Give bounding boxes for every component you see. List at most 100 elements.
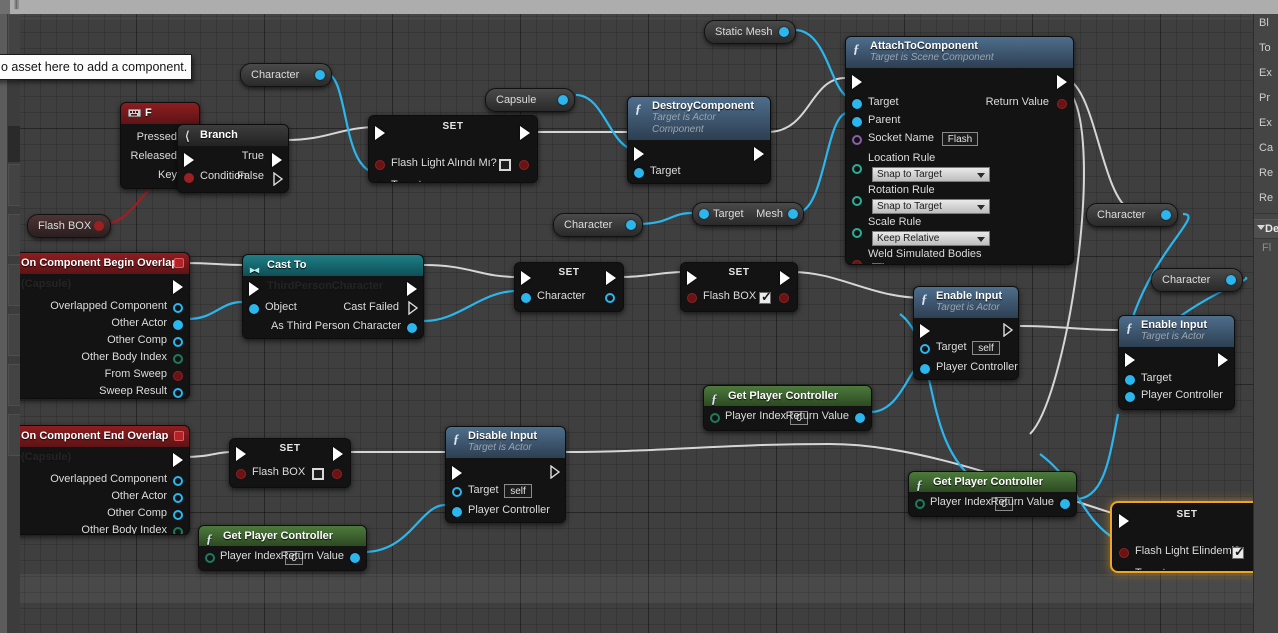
exec-out-pin[interactable] [1057, 75, 1067, 89]
scale-rule-dropdown[interactable]: Keep Relative [872, 231, 990, 246]
branch-node[interactable]: ⟨ Branch True Condition False [177, 124, 289, 193]
socket-name-pin[interactable] [852, 135, 862, 145]
bool-input-pin[interactable] [236, 469, 246, 479]
bool-checkbox[interactable]: ✓ [1232, 545, 1245, 559]
disable-input-node[interactable]: ƒ Disable Input Target is Actor Target s… [445, 426, 566, 523]
exec-in-pin[interactable] [1119, 514, 1129, 528]
return-value-pin[interactable] [350, 553, 360, 563]
on-component-end-overlap-node[interactable]: On Component End Overlap (Capsule) Overl… [20, 425, 190, 535]
get-mesh-node[interactable]: Target Mesh [692, 202, 804, 226]
get-player-controller-node-1[interactable]: ƒ Get Player Controller Player Index 0 R… [703, 385, 872, 431]
overlapped-component-pin[interactable] [173, 303, 183, 313]
from-sweep-pin[interactable] [173, 371, 183, 381]
location-rule-dropdown[interactable]: Snap to Target [872, 167, 990, 182]
output-pin[interactable] [1161, 210, 1171, 220]
target-input-pin[interactable] [375, 182, 385, 183]
bool-checkbox[interactable]: ✓ [759, 290, 772, 304]
socket-name-input[interactable]: Flash [942, 132, 978, 146]
target-value-field[interactable]: self [972, 341, 1000, 355]
variable-get-capsule[interactable]: Capsule [485, 88, 575, 112]
parent-input-pin[interactable] [852, 117, 862, 127]
output-pin[interactable] [558, 95, 568, 105]
enable-input-node-1[interactable]: ƒ Enable Input Target is Actor Target se… [913, 286, 1019, 380]
bool-input-pin[interactable] [687, 293, 697, 303]
variable-get-character-1[interactable]: Character [240, 63, 332, 87]
other-body-index-pin[interactable] [173, 527, 183, 534]
panel-item-ca[interactable]: Ca [1259, 142, 1273, 154]
other-comp-pin[interactable] [173, 337, 183, 347]
exec-out-pin[interactable] [754, 147, 764, 161]
target-input-pin[interactable] [634, 168, 644, 178]
details-section-header[interactable]: De [1254, 219, 1278, 239]
bool-checkbox[interactable] [312, 468, 324, 480]
bool-input-pin[interactable] [375, 160, 385, 170]
set-flash-light-elindemi-node[interactable]: SET Flash Light Elindemi? ✓ Target [1112, 503, 1253, 571]
rotation-rule-dropdown[interactable]: Snap to Target [872, 199, 990, 214]
panel-item-pr[interactable]: Pr [1259, 92, 1270, 104]
destroy-component-node[interactable]: ƒ DestroyComponent Target is Actor Compo… [627, 96, 771, 184]
target-input-pin[interactable] [920, 344, 930, 354]
character-input-pin[interactable] [521, 293, 531, 303]
character-output-pin[interactable] [605, 293, 615, 303]
set-flash-box-true-node[interactable]: SET Flash BOX ✓ [680, 262, 798, 312]
condition-input-pin[interactable] [184, 173, 194, 183]
cast-failed-exec-pin[interactable] [408, 301, 418, 315]
return-value-pin[interactable] [1057, 99, 1067, 109]
bool-output-pin[interactable] [519, 160, 529, 170]
scale-rule-pin[interactable] [852, 228, 862, 238]
bool-input-pin[interactable] [1119, 548, 1129, 558]
set-flash-box-false-node[interactable]: SET Flash BOX [229, 438, 351, 488]
event-delegate-pin[interactable] [174, 431, 184, 441]
location-rule-pin[interactable] [852, 164, 862, 174]
event-graph-canvas[interactable]: Static Mesh Character Capsule Character … [20, 14, 1253, 633]
player-index-pin[interactable] [915, 499, 925, 509]
exec-out-pin[interactable] [780, 271, 790, 285]
exec-in-pin[interactable] [184, 153, 194, 167]
attach-to-component-node[interactable]: ƒ AttachToComponent Target is Scene Comp… [845, 36, 1074, 265]
output-pin[interactable] [1226, 275, 1236, 285]
rotation-rule-pin[interactable] [852, 196, 862, 206]
return-value-pin[interactable] [855, 413, 865, 423]
exec-out-pin[interactable] [606, 271, 616, 285]
player-index-pin[interactable] [710, 413, 720, 423]
other-actor-pin[interactable] [173, 320, 183, 330]
player-controller-pin[interactable] [1125, 392, 1135, 402]
weld-checkbox[interactable]: ✓ [872, 261, 885, 264]
event-delegate-pin[interactable] [174, 258, 184, 268]
get-player-controller-node-2[interactable]: ƒ Get Player Controller Player Index 0 R… [908, 471, 1077, 517]
exec-in-pin[interactable] [236, 447, 246, 461]
target-input-pin[interactable] [1125, 375, 1135, 385]
panel-item-re-2[interactable]: Re [1259, 192, 1273, 204]
variable-get-character-4[interactable]: Character [1151, 268, 1243, 292]
target-input-pin[interactable] [852, 99, 862, 109]
other-body-index-pin[interactable] [173, 354, 183, 364]
other-comp-pin[interactable] [173, 510, 183, 520]
variable-get-character-3[interactable]: Character [1086, 203, 1178, 227]
output-pin[interactable] [626, 220, 636, 230]
target-input-pin[interactable] [452, 487, 462, 497]
exec-in-pin[interactable] [452, 466, 462, 480]
exec-out-pin[interactable] [520, 126, 530, 140]
mesh-output-pin[interactable] [788, 209, 798, 219]
get-player-controller-node-3[interactable]: ƒ Get Player Controller Player Index 0 R… [198, 525, 367, 571]
exec-out-pin[interactable] [333, 447, 343, 461]
set-flash-light-alindi-node[interactable]: SET Flash Light Alındı Mı? Target [368, 115, 538, 183]
player-controller-pin[interactable] [920, 364, 930, 374]
player-index-pin[interactable] [205, 553, 215, 563]
other-actor-pin[interactable] [173, 493, 183, 503]
exec-out-true[interactable] [272, 153, 282, 167]
exec-in-pin[interactable] [687, 271, 697, 285]
exec-out-pin[interactable] [173, 280, 183, 294]
weld-bodies-pin[interactable] [852, 260, 862, 264]
enable-input-node-2[interactable]: ƒ Enable Input Target is Actor Target Pl… [1118, 315, 1235, 410]
target-value-field[interactable]: self [504, 484, 532, 498]
output-pin[interactable] [94, 221, 104, 231]
panel-item-re[interactable]: Re [1259, 167, 1273, 179]
exec-in-pin[interactable] [852, 75, 862, 89]
bool-checkbox[interactable] [499, 159, 511, 171]
exec-out-false[interactable] [273, 172, 283, 186]
exec-out-pin[interactable] [407, 282, 417, 296]
cast-to-third-person-character-node[interactable]: ▸◂ Cast To ThirdPersonCharacter Object C… [242, 254, 424, 339]
output-pin[interactable] [315, 70, 325, 80]
variable-get-character-2[interactable]: Character [553, 213, 643, 237]
